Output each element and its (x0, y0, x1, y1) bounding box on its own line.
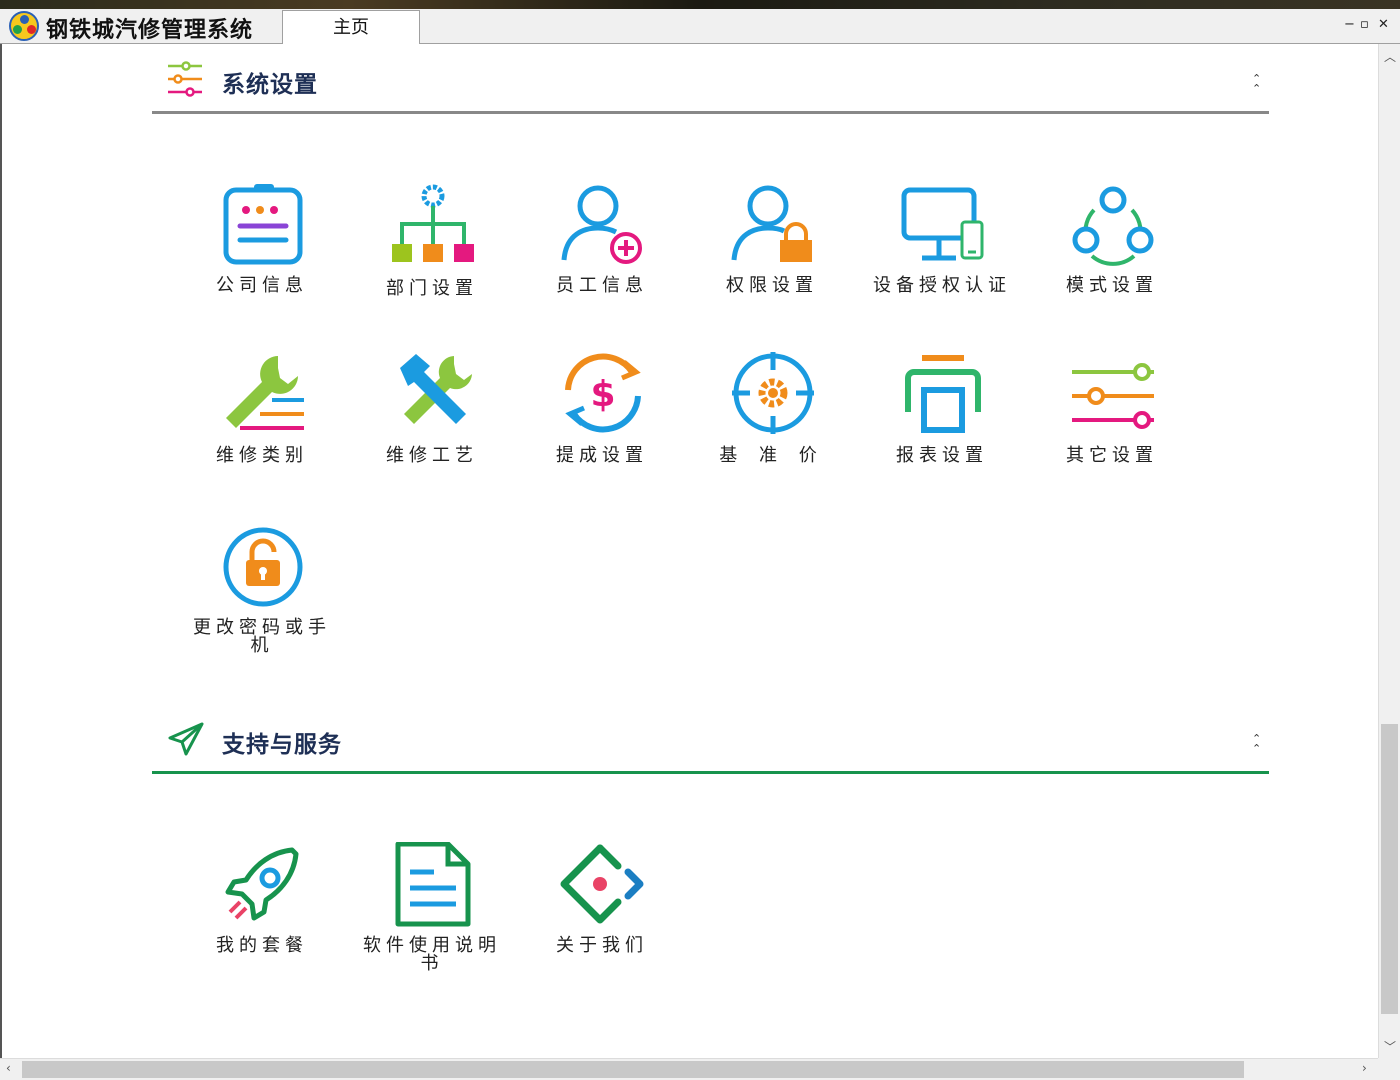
tile-label: 部门设置 (386, 278, 478, 299)
main-content: 系统设置 ⌃ ⌃ 公司信息 部门设置 员工信息 权限设置 设备授权认证 模式设置… (2, 44, 1378, 1058)
paper-plane-icon (168, 722, 204, 756)
tile-mode-settings[interactable]: 模式设置 (1052, 182, 1172, 332)
diamond-code-icon (560, 844, 644, 924)
tile-label: 提成设置 (556, 445, 648, 466)
minimize-icon[interactable]: − (1344, 18, 1355, 32)
tile-label: 公司信息 (216, 275, 308, 296)
vertical-scrollbar[interactable]: ︿ ﹀ (1378, 44, 1400, 1058)
printer-icon (905, 355, 981, 433)
rocket-icon (225, 847, 299, 921)
tile-label: 员工信息 (556, 275, 648, 296)
tile-label: 更改密码或手机 (193, 617, 331, 656)
tile-repair-process[interactable]: 维修工艺 (372, 350, 492, 500)
tile-company-info[interactable]: 公司信息 (202, 182, 322, 332)
hammer-wrench-icon (400, 354, 472, 424)
target-gear-icon (732, 352, 814, 434)
tile-report-settings[interactable]: 报表设置 (882, 350, 1002, 500)
tile-change-password[interactable]: 更改密码或手机 (193, 524, 326, 674)
tile-label: 维修类别 (216, 445, 308, 466)
tile-employee-info[interactable]: 员工信息 (542, 182, 662, 332)
tile-label: 其它设置 (1066, 445, 1158, 466)
scroll-up-icon[interactable]: ︿ (1384, 48, 1396, 65)
tile-base-price[interactable]: 基 准 价 (712, 350, 832, 500)
restore-icon[interactable]: ▫ (1360, 18, 1369, 32)
tile-label: 设备授权认证 (873, 275, 1011, 296)
tile-my-plan[interactable]: 我的套餐 (202, 842, 322, 992)
tile-label: 关于我们 (556, 935, 648, 956)
clipboard-icon (223, 184, 303, 265)
scroll-right-icon[interactable]: › (1362, 1061, 1367, 1075)
horizontal-scrollbar[interactable]: ‹ › (0, 1058, 1378, 1080)
scroll-down-icon[interactable]: ﹀ (1384, 1038, 1396, 1055)
tile-department-settings[interactable]: 部门设置 (372, 182, 492, 332)
section-divider (152, 111, 1269, 114)
app-title: 钢铁城汽修管理系统 (46, 18, 254, 43)
tile-label: 基 准 价 (719, 445, 825, 466)
share-nodes-icon (1072, 186, 1154, 266)
tile-about-us[interactable]: 关于我们 (542, 842, 662, 992)
tile-label: 维修工艺 (386, 445, 478, 466)
tab-home[interactable]: 主页 (282, 10, 420, 44)
collapse-icon[interactable]: ⌃ ⌃ (1252, 733, 1261, 754)
sliders-icon (1072, 363, 1154, 429)
vertical-scroll-thumb[interactable] (1381, 724, 1398, 1014)
tile-label: 报表设置 (896, 445, 988, 466)
horizontal-scroll-thumb[interactable] (22, 1061, 1244, 1078)
tile-label: 模式设置 (1066, 275, 1158, 296)
tile-commission-settings[interactable]: $ 提成设置 (542, 350, 662, 500)
tile-label: 我的套餐 (216, 935, 308, 956)
close-icon[interactable]: ✕ (1378, 18, 1389, 32)
section-title: 支持与服务 (222, 732, 342, 758)
tile-device-auth[interactable]: 设备授权认证 (873, 182, 1006, 332)
section-title: 系统设置 (222, 72, 318, 98)
title-bar: 钢铁城汽修管理系统 主页 − ▫ ✕ (0, 0, 1400, 44)
tile-label: 软件使用说明书 (363, 935, 501, 974)
scroll-corner (1378, 1058, 1400, 1080)
wrench-list-icon (226, 356, 304, 430)
settings-sliders-icon (168, 61, 202, 97)
collapse-icon[interactable]: ⌃ ⌃ (1252, 73, 1261, 94)
scroll-left-icon[interactable]: ‹ (6, 1061, 11, 1075)
tile-repair-category[interactable]: 维修类别 (202, 350, 322, 500)
devices-icon (901, 187, 984, 261)
tile-user-manual[interactable]: 软件使用说明书 (363, 842, 496, 992)
tile-other-settings[interactable]: 其它设置 (1052, 350, 1172, 500)
org-chart-icon (392, 184, 474, 262)
section-divider (152, 771, 1269, 774)
svg-text:$: $ (590, 374, 615, 415)
tile-label: 权限设置 (726, 275, 818, 296)
desktop-strip (0, 0, 1400, 9)
document-icon (395, 842, 471, 927)
dollar-cycle-icon: $ (565, 353, 641, 433)
tile-permission-settings[interactable]: 权限设置 (712, 182, 832, 332)
app-logo (9, 11, 39, 41)
user-add-icon (561, 185, 642, 264)
user-lock-icon (731, 185, 812, 262)
lock-circle-icon (223, 527, 303, 607)
